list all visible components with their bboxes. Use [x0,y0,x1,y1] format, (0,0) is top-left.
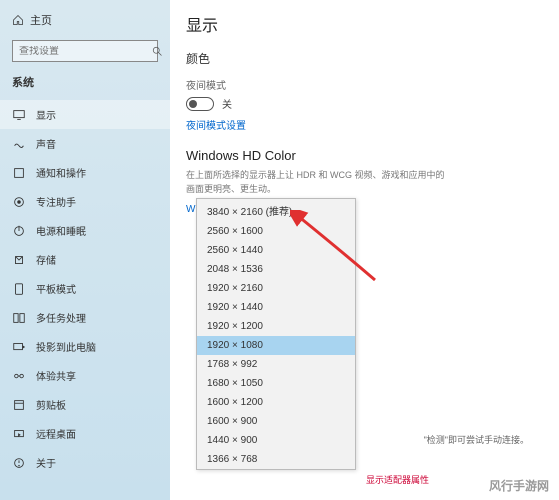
nav-label: 剪贴板 [36,397,66,412]
nav-label: 投影到此电脑 [36,339,96,354]
nav-label: 体验共享 [36,368,76,383]
sidebar-item-5[interactable]: 存储 [0,245,170,274]
nav-label: 多任务处理 [36,310,86,325]
resolution-option[interactable]: 3840 × 2160 (推荐) [197,199,355,222]
nav-label: 专注助手 [36,194,76,209]
resolution-option[interactable]: 1768 × 992 [197,355,355,374]
night-mode-settings-link[interactable]: 夜间模式设置 [186,117,543,132]
hdr-description: 在上面所选择的显示器上让 HDR 和 WCG 视频、游戏和应用中的画面更明亮、更… [186,169,446,196]
hdr-title: Windows HD Color [186,148,543,163]
sidebar-item-3[interactable]: 专注助手 [0,187,170,216]
resolution-option[interactable]: 1680 × 1050 [197,374,355,393]
resolution-option[interactable]: 1600 × 1200 [197,393,355,412]
nav-label: 存储 [36,252,56,267]
sidebar-item-6[interactable]: 平板模式 [0,274,170,303]
sidebar-item-12[interactable]: 关于 [0,448,170,477]
nav-icon [12,195,26,209]
nav-list: 显示声音通知和操作专注助手电源和睡眠存储平板模式多任务处理投影到此电脑体验共享剪… [0,100,170,477]
nav-label: 显示 [36,107,56,122]
home-link[interactable]: 主页 [0,8,170,32]
detect-hint: "检测"即可尝试手动连接。 [424,433,529,446]
sidebar-item-11[interactable]: 远程桌面 [0,419,170,448]
nav-icon [12,311,26,325]
sidebar-category: 系统 [0,70,170,94]
nav-icon [12,137,26,151]
nav-label: 平板模式 [36,281,76,296]
nav-label: 关于 [36,455,56,470]
sidebar-item-7[interactable]: 多任务处理 [0,303,170,332]
nav-icon [12,369,26,383]
adapter-link[interactable]: 显示适配器属性 [366,473,429,486]
sidebar-item-0[interactable]: 显示 [0,100,170,129]
search-input[interactable] [19,46,151,57]
night-mode-label: 夜间模式 [186,77,543,92]
nav-icon [12,166,26,180]
sidebar-item-4[interactable]: 电源和睡眠 [0,216,170,245]
resolution-option[interactable]: 1920 × 1080 [197,336,355,355]
home-icon [12,14,24,26]
sidebar-item-1[interactable]: 声音 [0,129,170,158]
resolution-option[interactable]: 2560 × 1600 [197,222,355,241]
night-mode-toggle[interactable] [186,97,214,111]
resolution-option[interactable]: 1920 × 1200 [197,317,355,336]
resolution-option[interactable]: 1920 × 1440 [197,298,355,317]
watermark: 风行手游网 [489,477,549,494]
nav-icon [12,427,26,441]
search-box[interactable] [12,40,158,62]
nav-label: 远程桌面 [36,426,76,441]
search-icon [151,45,163,57]
page-title: 显示 [186,12,543,36]
nav-icon [12,253,26,267]
resolution-option[interactable]: 1366 × 768 [197,450,355,469]
sidebar-item-9[interactable]: 体验共享 [0,361,170,390]
resolution-option[interactable]: 1600 × 900 [197,412,355,431]
home-label: 主页 [30,12,52,28]
nav-label: 通知和操作 [36,165,86,180]
toggle-state: 关 [222,96,232,111]
resolution-dropdown[interactable]: 3840 × 2160 (推荐)2560 × 16002560 × 144020… [196,198,356,470]
resolution-option[interactable]: 1920 × 2160 [197,279,355,298]
nav-icon [12,340,26,354]
night-mode-toggle-row: 关 [186,96,543,111]
nav-label: 声音 [36,136,56,151]
nav-label: 电源和睡眠 [36,223,86,238]
sidebar-item-8[interactable]: 投影到此电脑 [0,332,170,361]
nav-icon [12,282,26,296]
resolution-option[interactable]: 2560 × 1440 [197,241,355,260]
resolution-option[interactable]: 1440 × 900 [197,431,355,450]
color-section-title: 颜色 [186,50,543,67]
sidebar-item-10[interactable]: 剪贴板 [0,390,170,419]
resolution-option[interactable]: 2048 × 1536 [197,260,355,279]
nav-icon [12,456,26,470]
sidebar: 主页 系统 显示声音通知和操作专注助手电源和睡眠存储平板模式多任务处理投影到此电… [0,0,170,500]
nav-icon [12,108,26,122]
nav-icon [12,224,26,238]
nav-icon [12,398,26,412]
sidebar-item-2[interactable]: 通知和操作 [0,158,170,187]
